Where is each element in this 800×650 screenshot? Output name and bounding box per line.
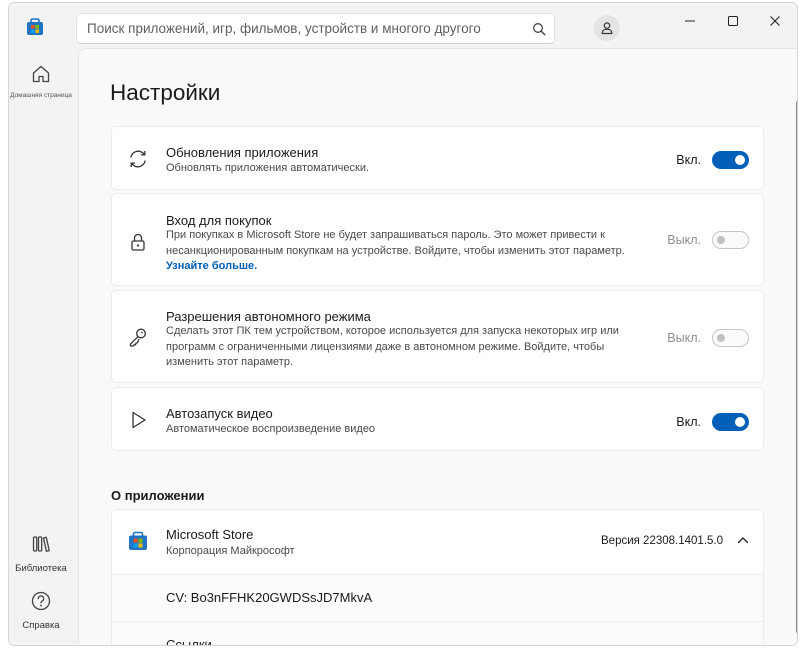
about-section-header: О приложении [111, 488, 205, 503]
setting-description: При покупках в Microsoft Store не будет … [166, 228, 646, 275]
key-icon [129, 328, 146, 347]
about-links-row: Ссылки [112, 621, 763, 646]
about-publisher: Корпорация Майкрософт [166, 545, 295, 557]
store-logo-icon [27, 18, 43, 35]
nav-library[interactable]: Библиотека [9, 533, 73, 574]
setting-description: Сделать этот ПК тем устройством, которое… [166, 325, 619, 368]
close-button[interactable] [761, 9, 789, 33]
about-links-label: Ссылки [166, 637, 212, 646]
nav-help-label: Справка [22, 620, 60, 631]
minimize-button[interactable] [676, 9, 704, 33]
purchase-signin-toggle[interactable] [712, 231, 749, 249]
about-version: Версия 22308.1401.5.0 [601, 535, 723, 547]
toggle-state-label: Вкл. [676, 415, 701, 429]
search-input[interactable] [77, 14, 517, 43]
about-card: Microsoft Store Корпорация Майкрософт Ве… [111, 509, 764, 646]
nav-home[interactable]: Домашняя страница [9, 63, 73, 99]
setting-description: Автоматическое воспроизведение видео [166, 423, 376, 435]
user-icon [601, 22, 613, 35]
account-button[interactable] [594, 15, 620, 41]
close-icon [770, 16, 780, 26]
about-cv: CV: Bo3nFFHK20GWDSsJD7MkvA [166, 590, 373, 605]
maximize-icon [728, 16, 738, 26]
setting-description: Обновлять приложения автоматически. [166, 162, 370, 174]
play-icon [132, 411, 146, 429]
about-cv-row: CV: Bo3nFFHK20GWDSsJD7MkvA [112, 574, 763, 621]
page-title: Настройки [110, 80, 221, 105]
refresh-icon [130, 150, 146, 168]
learn-more-link[interactable]: Узнайте больше. [166, 260, 257, 272]
nav-help[interactable]: Справка [9, 590, 73, 631]
setting-title: Разрешения автономного режима [166, 309, 371, 324]
settings-page: Настройки Обновления приложения Обновлят… [78, 48, 797, 646]
video-autoplay-toggle[interactable] [712, 413, 749, 431]
setting-title: Обновления приложения [166, 145, 319, 160]
app-updates-toggle[interactable] [712, 151, 749, 169]
search-box[interactable] [76, 13, 555, 44]
setting-description-text: При покупках в Microsoft Store не будет … [166, 229, 625, 257]
nav-home-label: Домашняя страница [10, 92, 72, 99]
store-window: Домашняя страница Библиотека Справка Нас… [8, 2, 798, 646]
toggle-state-label: Выкл. [667, 331, 701, 345]
about-expander-header[interactable]: Microsoft Store Корпорация Майкрософт Ве… [112, 510, 763, 574]
offline-permissions-toggle[interactable] [712, 329, 749, 347]
toggle-state-label: Вкл. [676, 153, 701, 167]
minimize-icon [685, 20, 695, 22]
about-app-name: Microsoft Store [166, 527, 254, 542]
setting-app-updates: Обновления приложения Обновлять приложен… [111, 126, 764, 190]
library-icon [32, 536, 50, 552]
setting-purchase-signin: Вход для покупок При покупках в Microsof… [111, 193, 764, 286]
setting-title: Вход для покупок [166, 213, 272, 228]
search-icon[interactable] [532, 22, 546, 36]
chevron-up-icon[interactable] [736, 533, 750, 547]
store-app-icon [129, 531, 147, 550]
scrollbar[interactable] [796, 101, 797, 633]
setting-video-autoplay: Автозапуск видео Автоматическое воспроиз… [111, 387, 764, 451]
lock-icon [131, 233, 145, 251]
maximize-button[interactable] [719, 9, 747, 33]
toggle-state-label: Выкл. [667, 233, 701, 247]
home-icon [32, 65, 50, 83]
help-icon [31, 591, 51, 611]
nav-library-label: Библиотека [15, 563, 67, 574]
setting-offline-permissions: Разрешения автономного режима Сделать эт… [111, 290, 764, 383]
setting-title: Автозапуск видео [166, 406, 273, 421]
